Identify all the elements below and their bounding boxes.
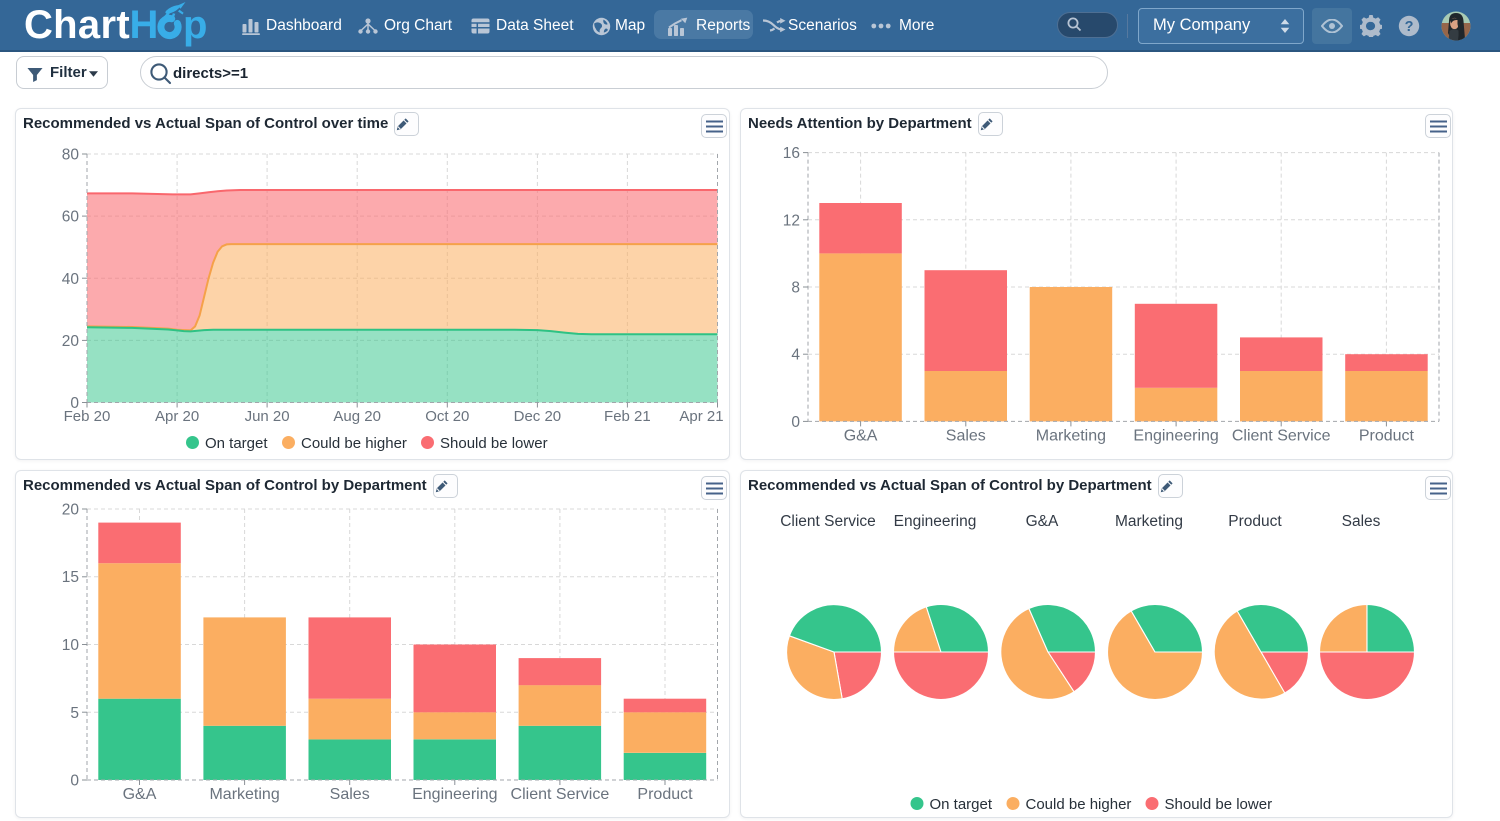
- svg-text:20: 20: [62, 502, 80, 519]
- svg-text:p: p: [183, 3, 207, 47]
- svg-text:Could be higher: Could be higher: [1026, 796, 1132, 813]
- svg-text:On target: On target: [205, 435, 268, 452]
- svg-text:0: 0: [791, 414, 800, 431]
- svg-text:Feb 21: Feb 21: [604, 408, 651, 425]
- svg-text:G&A: G&A: [1026, 513, 1059, 530]
- svg-text:Jun 20: Jun 20: [245, 408, 290, 425]
- svg-text:Feb 20: Feb 20: [64, 408, 111, 425]
- svg-text:Marketing: Marketing: [1115, 513, 1183, 530]
- svg-text:G&A: G&A: [844, 427, 878, 444]
- svg-text:40: 40: [62, 271, 80, 288]
- svg-text:Chart: Chart: [24, 3, 130, 47]
- svg-text:Marketing: Marketing: [209, 786, 279, 803]
- svg-text:Sales: Sales: [330, 786, 370, 803]
- svg-text:Engineering: Engineering: [1133, 427, 1218, 444]
- svg-text:G&A: G&A: [123, 786, 157, 803]
- svg-text:0: 0: [70, 773, 79, 790]
- svg-text:5: 5: [70, 705, 79, 722]
- svg-text:On target: On target: [930, 796, 993, 813]
- svg-text:Client Service: Client Service: [511, 786, 610, 803]
- svg-text:Apr 20: Apr 20: [155, 408, 199, 425]
- svg-text:Should be lower: Should be lower: [1165, 796, 1273, 813]
- svg-text:15: 15: [62, 569, 79, 586]
- svg-text:60: 60: [62, 209, 80, 226]
- svg-text:20: 20: [62, 333, 80, 350]
- svg-text:80: 80: [62, 147, 80, 164]
- svg-text:4: 4: [791, 347, 800, 364]
- svg-text:Dec 20: Dec 20: [514, 408, 562, 425]
- svg-text:Oct 20: Oct 20: [425, 408, 469, 425]
- svg-text:Sales: Sales: [946, 427, 986, 444]
- svg-text:12: 12: [783, 212, 800, 229]
- svg-text:Client Service: Client Service: [780, 513, 876, 530]
- svg-text:Could be higher: Could be higher: [301, 435, 407, 452]
- svg-text:8: 8: [791, 280, 800, 297]
- svg-text:Product: Product: [1359, 427, 1415, 444]
- svg-text:Engineering: Engineering: [412, 786, 497, 803]
- svg-text:Client Service: Client Service: [1232, 427, 1331, 444]
- svg-text:Sales: Sales: [1342, 513, 1381, 530]
- svg-text:H: H: [130, 3, 159, 47]
- svg-text:Aug 20: Aug 20: [333, 408, 381, 425]
- svg-text:Product: Product: [1228, 513, 1282, 530]
- svg-text:Product: Product: [637, 786, 693, 803]
- svg-text:16: 16: [783, 145, 800, 162]
- svg-text:Marketing: Marketing: [1036, 427, 1106, 444]
- svg-text:?: ?: [1405, 19, 1414, 35]
- svg-text:10: 10: [62, 637, 80, 654]
- svg-text:Apr 21: Apr 21: [679, 408, 723, 425]
- svg-text:Should be lower: Should be lower: [440, 435, 548, 452]
- svg-text:Engineering: Engineering: [894, 513, 977, 530]
